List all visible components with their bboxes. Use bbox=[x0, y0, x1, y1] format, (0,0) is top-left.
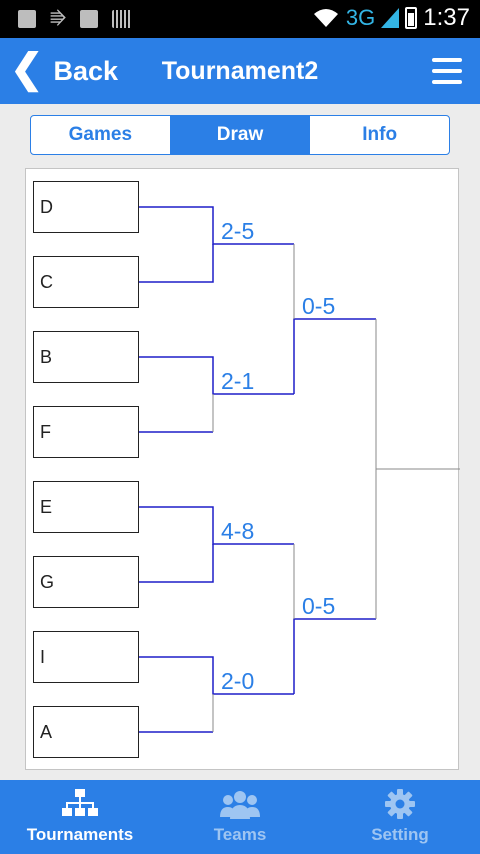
bracket-draw: D C B F E G I A 2-5 2-1 4-8 2-0 0-5 0-5 bbox=[25, 168, 460, 770]
barcode-icon bbox=[112, 10, 133, 28]
hamburger-icon-bar bbox=[432, 58, 462, 62]
nav-label: Teams bbox=[213, 825, 267, 844]
bracket-line bbox=[139, 356, 294, 395]
hamburger-icon-bar bbox=[432, 80, 462, 84]
tab-games[interactable]: Games bbox=[31, 116, 171, 154]
tab-bar: Games Draw Info bbox=[30, 115, 450, 155]
match-score[interactable]: 2-1 bbox=[221, 368, 254, 395]
nav-label: Setting bbox=[371, 825, 429, 844]
app-bar: ❮ Back Tournament2 bbox=[0, 38, 480, 104]
match-score[interactable]: 0-5 bbox=[302, 293, 335, 320]
usb-icon: ⭆ bbox=[50, 9, 67, 29]
clock: 1:37 bbox=[423, 4, 470, 31]
wifi-icon bbox=[313, 9, 338, 27]
team-slot[interactable]: A bbox=[33, 706, 139, 758]
status-icons-right: 3G 1:37 bbox=[312, 4, 470, 32]
bracket-line bbox=[293, 618, 376, 694]
status-icons-left: ⭆ bbox=[18, 9, 133, 29]
nav-teams[interactable]: Teams bbox=[160, 780, 320, 854]
facebook-notification-icon bbox=[18, 10, 36, 28]
match-score[interactable]: 2-5 bbox=[221, 218, 254, 245]
bracket-line bbox=[293, 318, 376, 394]
match-score[interactable]: 2-0 bbox=[221, 668, 254, 695]
bracket-line bbox=[139, 544, 214, 583]
team-slot[interactable]: G bbox=[33, 556, 139, 608]
tab-info[interactable]: Info bbox=[310, 116, 449, 154]
bracket-line bbox=[139, 244, 214, 283]
team-slot[interactable]: D bbox=[33, 181, 139, 233]
status-bar: ⭆ 3G 1:37 bbox=[0, 0, 480, 38]
hamburger-icon-bar bbox=[432, 69, 462, 73]
signal-icon bbox=[381, 8, 400, 28]
tab-draw[interactable]: Draw bbox=[170, 116, 311, 154]
briefcase-icon bbox=[80, 10, 99, 28]
gear-icon bbox=[385, 789, 415, 819]
bracket-line bbox=[139, 506, 294, 545]
team-slot[interactable]: I bbox=[33, 631, 139, 683]
nav-setting[interactable]: Setting bbox=[320, 780, 480, 854]
menu-button[interactable] bbox=[432, 58, 462, 84]
match-score[interactable]: 4-8 bbox=[221, 518, 254, 545]
team-slot[interactable]: E bbox=[33, 481, 139, 533]
team-slot[interactable]: B bbox=[33, 331, 139, 383]
team-slot[interactable]: C bbox=[33, 256, 139, 308]
match-score[interactable]: 0-5 bbox=[302, 593, 335, 620]
bottom-navigation: Tournaments Teams Setting bbox=[0, 780, 480, 854]
nav-tournaments[interactable]: Tournaments bbox=[0, 780, 160, 854]
network-type: 3G bbox=[345, 5, 376, 30]
battery-icon bbox=[405, 7, 418, 29]
nav-label: Tournaments bbox=[26, 825, 134, 844]
page-title: Tournament2 bbox=[161, 57, 319, 85]
bracket-line bbox=[139, 656, 294, 695]
bracket-icon bbox=[62, 789, 98, 819]
people-icon bbox=[220, 789, 260, 819]
team-slot[interactable]: F bbox=[33, 406, 139, 458]
bracket-line bbox=[139, 206, 294, 245]
